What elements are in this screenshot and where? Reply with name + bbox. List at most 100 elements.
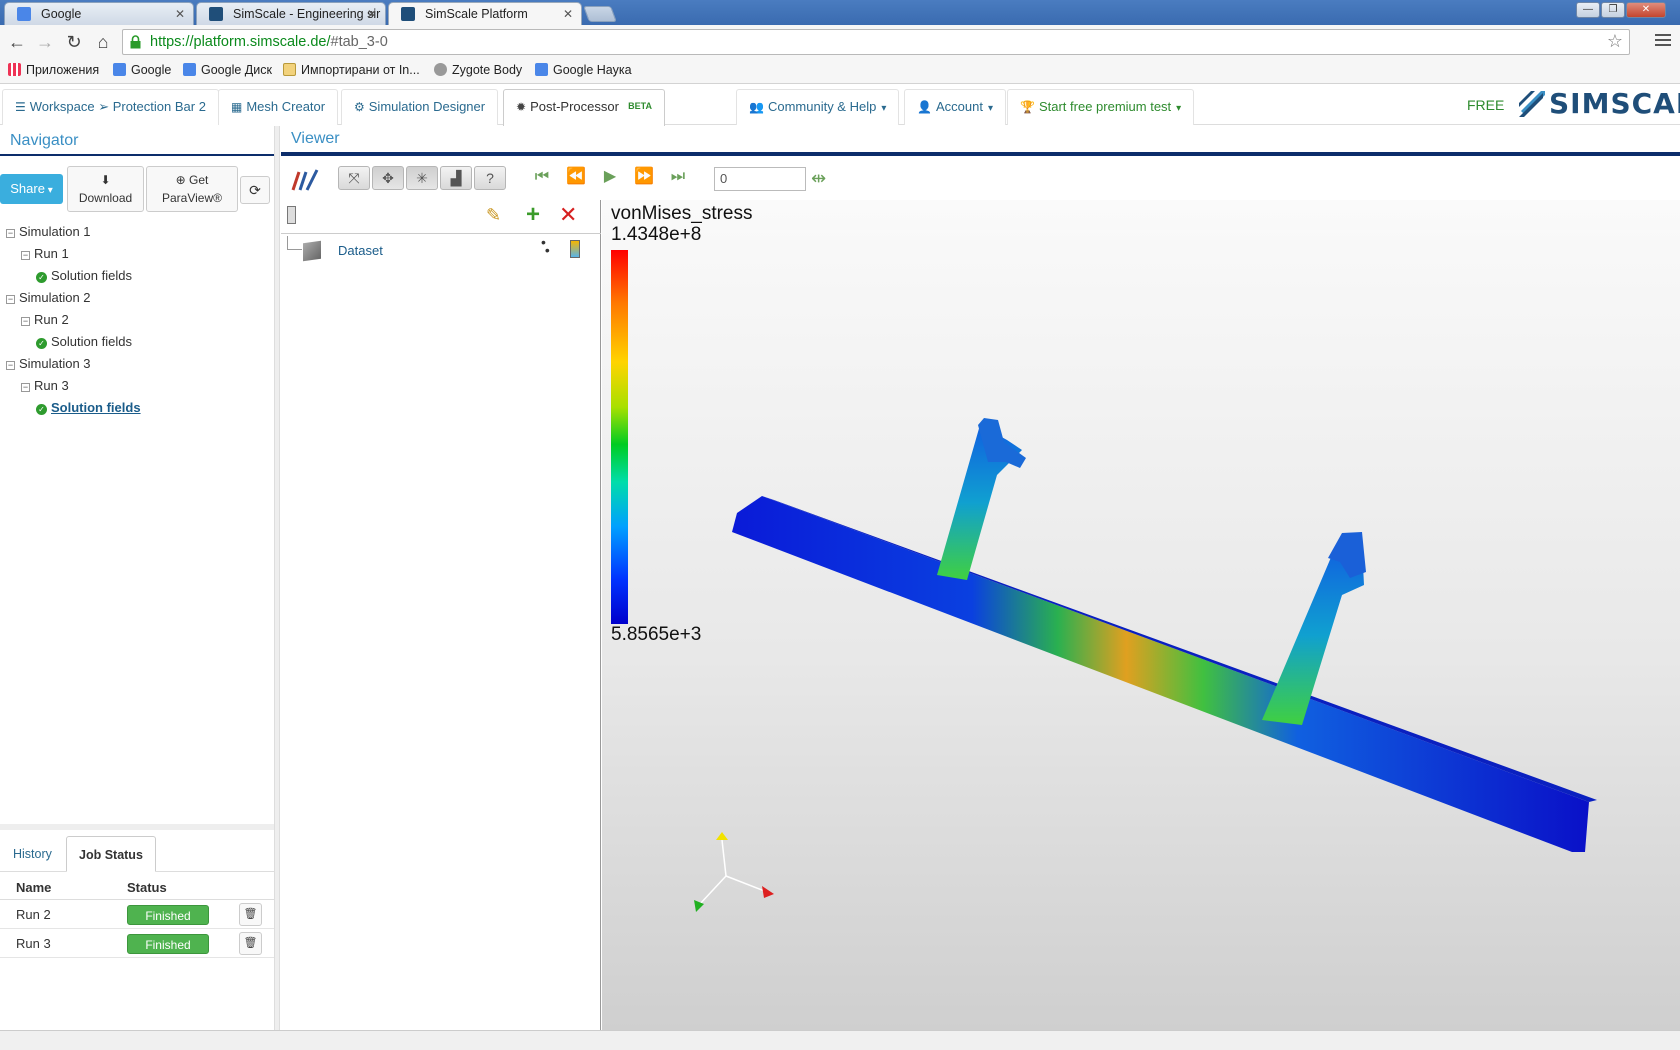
render-view[interactable]: vonMises_stress 1.4348e+8 5.8565e+3 [602, 200, 1680, 1030]
reload-icon[interactable]: ↻ [63, 32, 85, 54]
paraview-toolbar: ⤧ ✥ ✳ ▟ ? ⏮ ⏪ ▶ ⏩ ⏭ 0 ⇹ [281, 160, 1680, 200]
tab-workspace[interactable]: ☰ Workspace ➢ Protection Bar 2 [2, 89, 219, 125]
collapse-icon[interactable]: − [21, 251, 30, 260]
tree-simulation-3[interactable]: − Simulation 3 [6, 354, 268, 376]
tree-solution-fields-3[interactable]: ✓ Solution fields [6, 398, 268, 420]
account-menu[interactable]: 👤 Account [904, 89, 1006, 125]
point-representation-icon[interactable]: • • [541, 235, 550, 257]
add-plus-icon[interactable]: + [526, 201, 540, 229]
back-arrow-icon[interactable]: ← [6, 32, 28, 54]
close-tab-icon[interactable]: ✕ [367, 3, 377, 25]
pipeline-item-dataset[interactable]: Dataset • • [281, 234, 601, 270]
play-icon: ▶ [603, 168, 617, 185]
interaction-mode-button[interactable]: ✥ [372, 166, 404, 190]
panel-splitter[interactable] [274, 126, 280, 1030]
bookmark-zygote-body[interactable]: Zygote Body [434, 63, 522, 77]
minimize-icon[interactable]: — [1576, 2, 1600, 18]
collapse-icon[interactable]: − [21, 383, 30, 392]
forward-arrow-icon[interactable]: → [34, 32, 56, 54]
delete-x-icon[interactable]: ✕ [559, 202, 577, 228]
previous-frame-button[interactable]: ⏪ [560, 166, 592, 190]
tree-run-1[interactable]: − Run 1 [6, 244, 268, 266]
google-icon [535, 63, 548, 76]
edit-pencil-icon[interactable]: ✎ [486, 205, 501, 226]
navigator-panel: Navigator Share ⬇ Download ⊕ Get ParaVie… [0, 126, 274, 826]
bookmarks-bar: Приложения Google Google Диск Импортиран… [0, 59, 1680, 84]
close-tab-icon[interactable]: ✕ [175, 3, 185, 25]
table-row[interactable]: Run 2 Finished 🗑 [0, 900, 274, 929]
tab-simulation-designer[interactable]: ⚙ Simulation Designer [341, 89, 499, 125]
user-icon: 👤 [917, 100, 932, 114]
last-frame-icon: ⏭ [670, 168, 686, 185]
new-tab-button[interactable] [583, 6, 617, 22]
google-icon [183, 63, 196, 76]
color-map-icon[interactable] [570, 240, 580, 258]
job-table: Name Status Run 2 Finished 🗑 Run 3 Finis… [0, 876, 274, 958]
time-range-icon[interactable]: ⇹ [811, 168, 826, 189]
delete-trash-icon[interactable]: 🗑 [239, 903, 262, 926]
get-paraview-button[interactable]: ⊕ Get ParaView® [146, 166, 238, 212]
viewer-title: Viewer [281, 126, 1680, 156]
job-status-panel: History Job Status Name Status Run 2 Fin… [0, 824, 274, 1030]
job-table-header: Name Status [0, 876, 274, 900]
browser-tab-google[interactable]: Google ✕ [4, 2, 194, 25]
protection-bar-body [732, 496, 1589, 852]
tab-post-processor[interactable]: ✹ Post-Processor BETA [503, 89, 665, 126]
first-frame-button[interactable]: ⏮ [526, 166, 558, 190]
download-icon: ⬇ [100, 173, 111, 187]
close-tab-icon[interactable]: ✕ [563, 3, 573, 25]
tab-job-status[interactable]: Job Status [66, 836, 156, 872]
bookmark-apps[interactable]: Приложения [8, 63, 99, 77]
collapse-icon[interactable]: − [6, 229, 15, 238]
paraview-logo-icon [291, 169, 319, 191]
collapse-icon[interactable]: − [21, 317, 30, 326]
tree-simulation-2[interactable]: − Simulation 2 [6, 288, 268, 310]
table-row[interactable]: Run 3 Finished 🗑 [0, 929, 274, 958]
google-icon [113, 63, 126, 76]
next-frame-button[interactable]: ⏩ [628, 166, 660, 190]
reset-camera-button[interactable]: ⤧ [338, 166, 370, 190]
delete-trash-icon[interactable]: 🗑 [239, 932, 262, 955]
premium-test-menu[interactable]: 🏆 Start free premium test [1007, 89, 1195, 125]
community-help-menu[interactable]: 👥 Community & Help [736, 89, 900, 125]
axes-icon: ✳ [416, 170, 428, 186]
address-bar[interactable]: https://platform.simscale.de/#tab_3-0 ☆ [122, 29, 1630, 55]
tab-history[interactable]: History [1, 836, 64, 872]
browser-tab-simscale-platform[interactable]: SimScale Platform ✕ [388, 2, 582, 25]
cog-icon: ✹ [516, 100, 527, 114]
check-circle-icon: ✓ [36, 272, 47, 283]
navigator-title: Navigator [0, 126, 274, 156]
last-frame-button[interactable]: ⏭ [662, 166, 694, 190]
bookmark-google[interactable]: Google [113, 63, 171, 77]
download-button[interactable]: ⬇ Download [67, 166, 144, 212]
next-frame-icon: ⏩ [634, 168, 654, 185]
bookmark-star-icon[interactable]: ☆ [1607, 31, 1623, 52]
time-step-input[interactable]: 0 [714, 167, 806, 191]
statistics-button[interactable]: ▟ [440, 166, 472, 190]
tab-mesh-creator[interactable]: ▦ Mesh Creator [218, 89, 339, 125]
play-button[interactable]: ▶ [594, 166, 626, 190]
bookmark-imported[interactable]: Импортирани от In... [283, 63, 420, 77]
zygote-icon [434, 63, 447, 76]
collapse-icon[interactable]: − [6, 361, 15, 370]
dataset-cube-icon [303, 240, 321, 262]
tree-run-2[interactable]: − Run 2 [6, 310, 268, 332]
refresh-button[interactable]: ⟳ [240, 176, 270, 204]
plan-label: FREE [1467, 97, 1505, 113]
bookmark-google-drive[interactable]: Google Диск [183, 63, 272, 77]
tree-run-3[interactable]: − Run 3 [6, 376, 268, 398]
home-icon[interactable]: ⌂ [92, 32, 114, 54]
bookmark-google-science[interactable]: Google Наука [535, 63, 632, 77]
tree-simulation-1[interactable]: − Simulation 1 [6, 222, 268, 244]
apps-grid-icon [8, 63, 21, 76]
share-button[interactable]: Share [0, 174, 63, 204]
maximize-icon[interactable]: ❐ [1601, 2, 1625, 18]
help-button[interactable]: ? [474, 166, 506, 190]
collapse-icon[interactable]: − [6, 295, 15, 304]
chrome-menu-icon[interactable] [1655, 34, 1671, 48]
tree-solution-fields-2[interactable]: ✓ Solution fields [6, 332, 268, 354]
orientation-axes-button[interactable]: ✳ [406, 166, 438, 190]
tree-solution-fields-1[interactable]: ✓ Solution fields [6, 266, 268, 288]
close-window-icon[interactable]: ✕ [1626, 2, 1666, 18]
browser-tab-simscale-engineering[interactable]: SimScale - Engineering sir ✕ [196, 2, 386, 25]
